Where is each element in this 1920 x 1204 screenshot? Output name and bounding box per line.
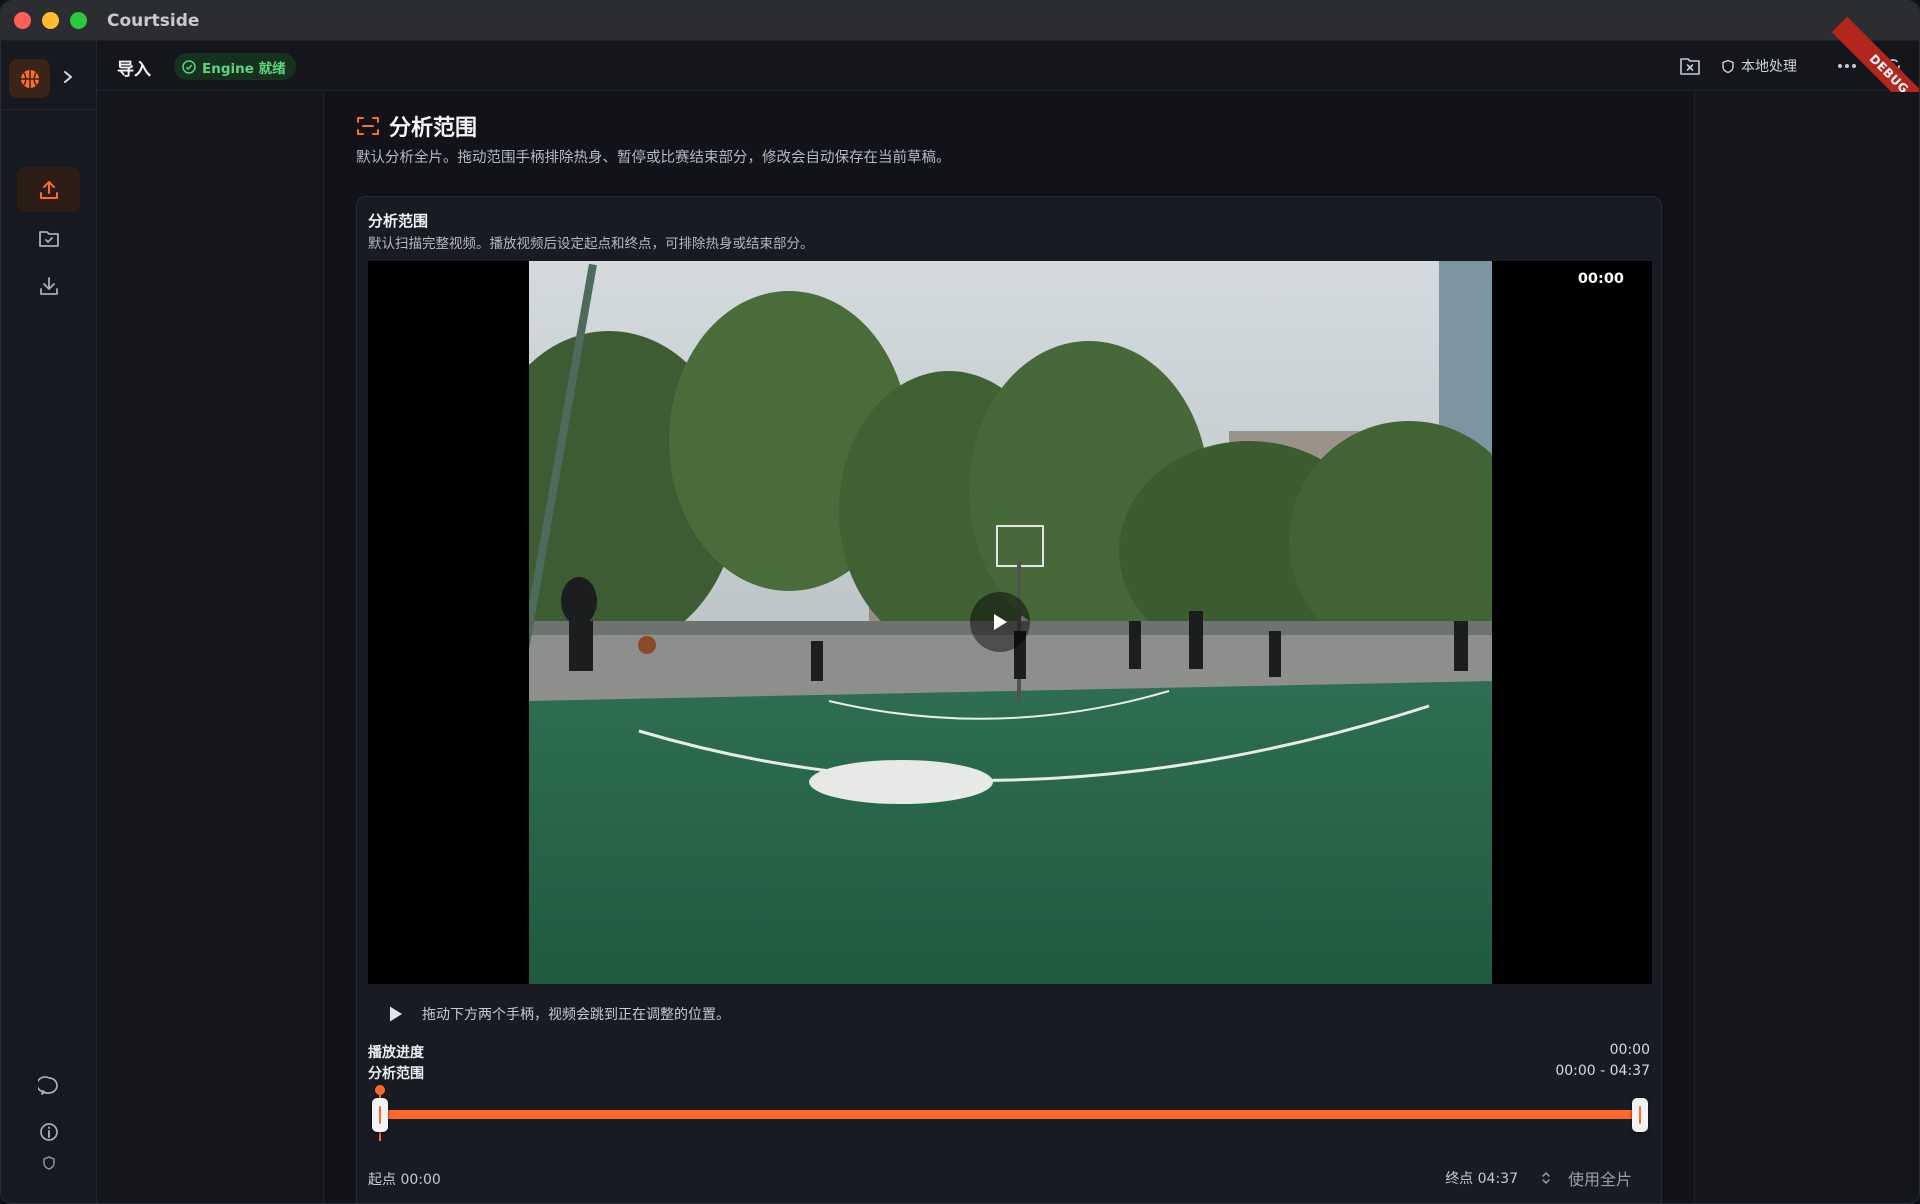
more-horizontal-icon	[1838, 64, 1856, 68]
top-bar: 导入 Engine 就绪 本地处理 DEBUG	[97, 16, 1919, 132]
local-processing-button[interactable]: 本地处理	[1721, 56, 1797, 76]
engine-status-badge: Engine 就绪	[174, 53, 296, 80]
section-header: 分析范围	[356, 110, 477, 142]
minimize-window-button[interactable]	[42, 12, 59, 29]
range-footer: 起点 00:00 终点 04:37 使用全片	[368, 1163, 1652, 1193]
sidebar-item-import[interactable]	[17, 167, 80, 212]
progress-value: 00:00	[1609, 1042, 1650, 1058]
expand-sidebar-icon[interactable]	[62, 69, 74, 88]
video-timecode: 00:00	[1577, 271, 1624, 287]
more-options-button[interactable]	[1835, 54, 1859, 78]
chat-icon	[37, 1076, 58, 1095]
zoom-window-button[interactable]	[70, 12, 87, 29]
local-processing-label: 本地处理	[1741, 59, 1797, 75]
range-value: 00:00 - 04:37	[1555, 1063, 1650, 1079]
chevron-up-down-icon	[1542, 1172, 1550, 1184]
sidebar-divider	[1, 109, 97, 110]
basketball-icon[interactable]	[9, 59, 50, 98]
video-play-button[interactable]	[970, 592, 1030, 652]
check-circle-icon	[182, 59, 196, 74]
playback-controls: 拖动下方两个手柄，视频会跳到正在调整的位置。	[368, 997, 1652, 1031]
sidebar	[1, 41, 97, 1203]
sidebar-item-privacy[interactable]	[17, 1149, 80, 1177]
card-title: 分析范围	[368, 212, 429, 230]
shield-icon	[42, 1156, 55, 1170]
range-end-stepper[interactable]	[1534, 1166, 1558, 1190]
play-icon	[994, 614, 1007, 630]
range-start-label: 起点 00:00	[368, 1172, 441, 1188]
app-window: Courtside 导入 Engine 就绪 本地处理 DEBUG 分析范围 默…	[0, 0, 1920, 1204]
close-window-button[interactable]	[14, 12, 31, 29]
engine-status-label: Engine 就绪	[202, 60, 286, 77]
analysis-range-card: 分析范围 默认扫描完整视频。播放视频后设定起点和终点，可排除热身或结束部分。 0…	[356, 196, 1662, 1203]
folder-check-icon	[38, 230, 59, 247]
scan-range-icon	[357, 117, 379, 135]
range-track	[380, 1110, 1640, 1119]
logo-row	[9, 59, 74, 98]
shield-icon	[1722, 59, 1734, 73]
use-full-video-button[interactable]: 使用全片	[1568, 1166, 1632, 1190]
play-button[interactable]	[376, 997, 416, 1031]
range-end-label: 终点 04:37	[1445, 1171, 1518, 1187]
card-description: 默认扫描完整视频。播放视频后设定起点和终点，可排除热身或结束部分。	[368, 236, 814, 252]
sidebar-item-library[interactable]	[17, 215, 80, 260]
page-crumb: 导入	[117, 60, 151, 80]
right-panel	[1694, 92, 1919, 1203]
title-bar: Courtside	[1, 1, 1919, 41]
folder-x-icon	[1680, 58, 1700, 75]
play-icon	[390, 1006, 402, 1022]
main-content: 分析范围 默认分析全片。拖动范围手柄排除热身、暂停或比赛结束部分，修改会自动保存…	[325, 92, 1693, 1203]
sidebar-item-feedback[interactable]	[17, 1068, 80, 1104]
range-end-group: 终点 04:37 使用全片	[1445, 1163, 1632, 1193]
video-player[interactable]: 00:00	[368, 261, 1652, 984]
sidebar-item-about[interactable]	[17, 1114, 80, 1150]
info-icon	[39, 1123, 58, 1141]
close-file-button[interactable]	[1677, 53, 1703, 79]
download-icon	[39, 276, 58, 295]
range-label: 分析范围	[368, 1066, 424, 1082]
section-title: 分析范围	[389, 116, 478, 141]
range-start-handle[interactable]	[372, 1098, 388, 1132]
sidebar-item-export[interactable]	[17, 263, 80, 308]
upload-icon	[39, 180, 58, 199]
progress-label: 播放进度	[368, 1045, 424, 1061]
left-panel	[97, 92, 324, 1203]
section-description: 默认分析全片。拖动范围手柄排除热身、暂停或比赛结束部分，修改会自动保存在当前草稿…	[356, 150, 951, 166]
range-slider[interactable]	[368, 1083, 1652, 1143]
range-end-handle[interactable]	[1632, 1098, 1648, 1132]
app-title: Courtside	[107, 10, 200, 31]
window-controls	[14, 12, 87, 29]
handle-hint: 拖动下方两个手柄，视频会跳到正在调整的位置。	[422, 1007, 730, 1023]
